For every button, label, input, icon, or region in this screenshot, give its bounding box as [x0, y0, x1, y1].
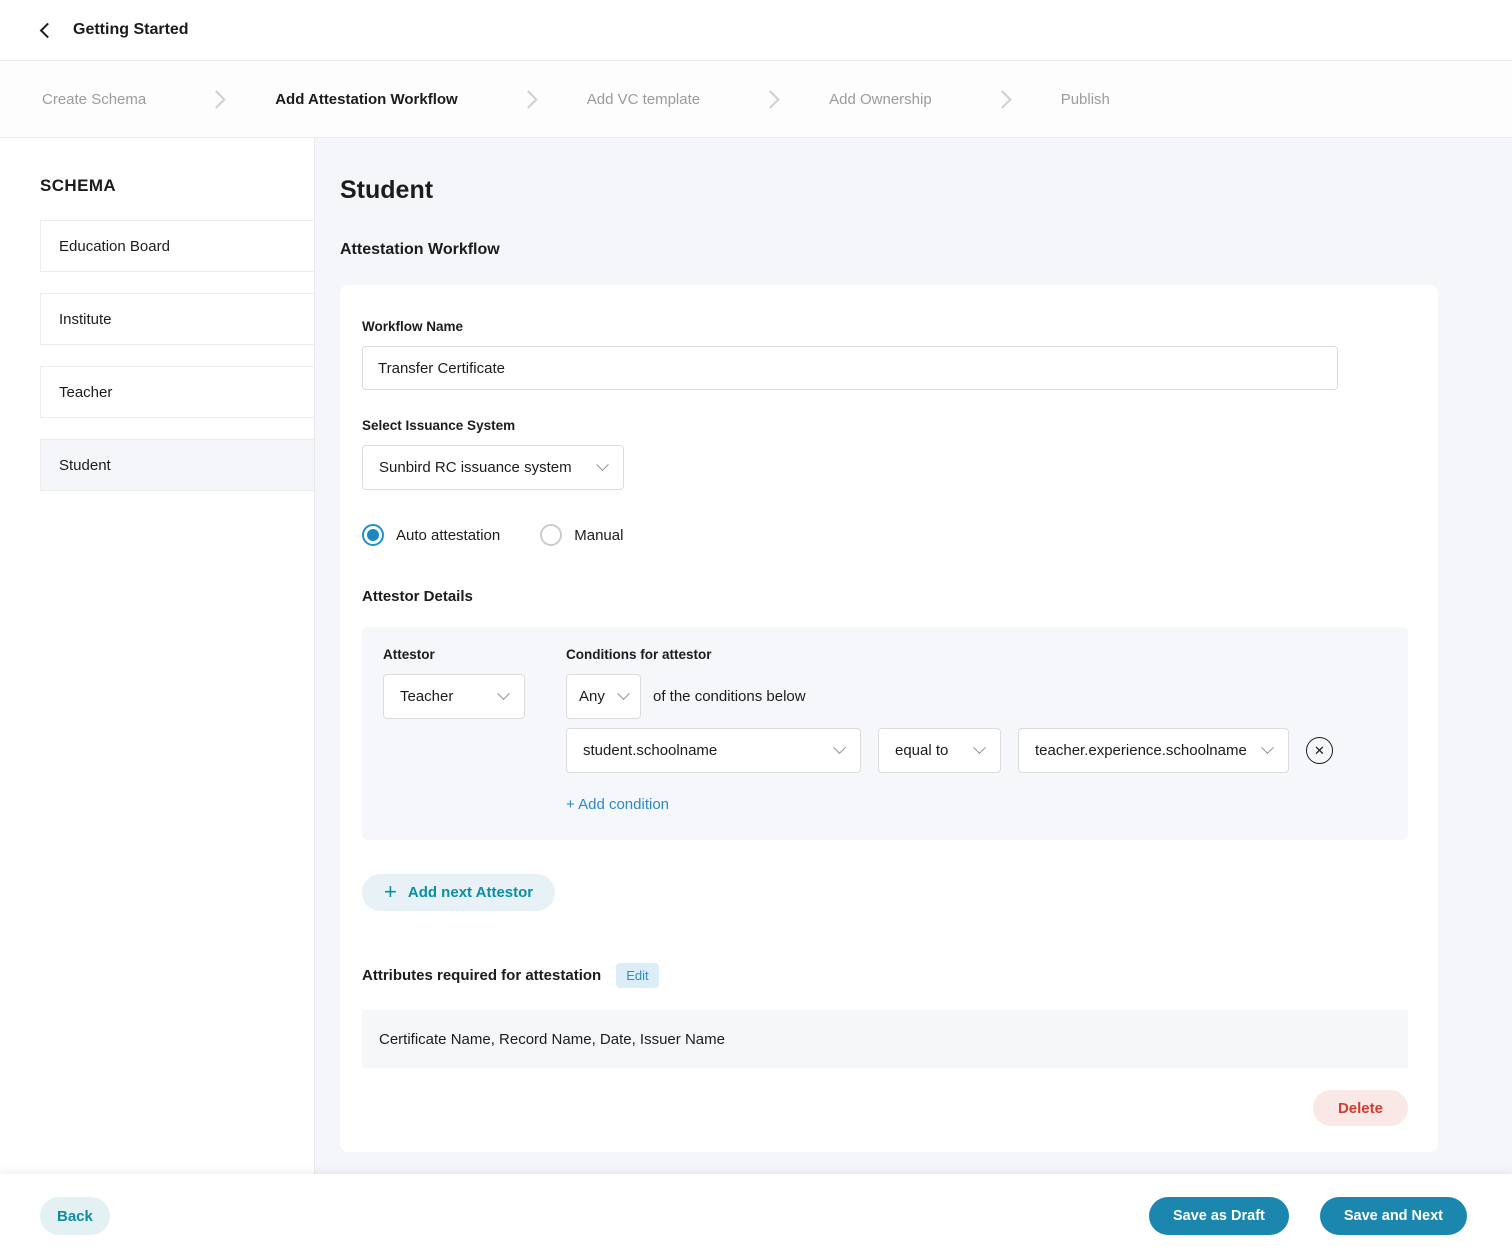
match-type-suffix: of the conditions below	[653, 688, 806, 705]
body: SCHEMA Education Board Institute Teacher…	[0, 138, 1512, 1258]
schema-sidebar: SCHEMA Education Board Institute Teacher…	[0, 138, 315, 1258]
chevron-right-icon	[208, 90, 226, 108]
issuance-system-select[interactable]: Sunbird RC issuance system	[362, 445, 624, 490]
main-content: Student Attestation Workflow Workflow Na…	[315, 138, 1512, 1258]
back-button[interactable]: Back	[40, 1197, 110, 1235]
chevron-down-icon	[973, 741, 986, 754]
workflow-card: Workflow Name Select Issuance System Sun…	[340, 285, 1438, 1152]
condition-value-select[interactable]: teacher.experience.schoolname	[1018, 728, 1289, 773]
footer-actions: Save as Draft Save and Next	[1149, 1197, 1467, 1235]
radio-manual[interactable]: Manual	[540, 524, 623, 546]
workflow-name-input[interactable]	[362, 346, 1338, 390]
workflow-name-label: Workflow Name	[362, 319, 1408, 334]
sidebar-item-teacher[interactable]: Teacher	[40, 366, 314, 418]
step-add-ownership[interactable]: Add Ownership	[829, 91, 932, 108]
condition-operator-value: equal to	[895, 742, 948, 759]
issuance-system-label: Select Issuance System	[362, 418, 1408, 433]
attributes-list: Certificate Name, Record Name, Date, Iss…	[362, 1010, 1408, 1068]
chevron-down-icon	[833, 741, 846, 754]
attestor-column: Attestor Teacher	[383, 647, 566, 814]
chevron-down-icon	[497, 687, 510, 700]
footer-bar: Back Save as Draft Save and Next	[0, 1174, 1512, 1258]
match-type-value: Any	[579, 688, 605, 705]
close-icon: ✕	[1314, 744, 1325, 757]
save-and-next-button[interactable]: Save and Next	[1320, 1197, 1467, 1235]
delete-workflow-button[interactable]: Delete	[1313, 1090, 1408, 1126]
conditions-label: Conditions for attestor	[566, 647, 1388, 662]
sidebar-item-institute[interactable]: Institute	[40, 293, 314, 345]
radio-unselected-icon	[540, 524, 562, 546]
match-type-select[interactable]: Any	[566, 674, 641, 719]
sidebar-item-student[interactable]: Student	[40, 439, 314, 491]
plus-icon: +	[384, 881, 397, 903]
step-create-schema[interactable]: Create Schema	[42, 91, 146, 108]
schema-title: Student	[340, 176, 1438, 205]
condition-field-value: student.schoolname	[583, 742, 717, 759]
chevron-right-icon	[761, 90, 779, 108]
top-header: Getting Started	[0, 0, 1512, 61]
sidebar-item-education-board[interactable]: Education Board	[40, 220, 314, 272]
radio-manual-label: Manual	[574, 527, 623, 544]
chevron-right-icon	[519, 90, 537, 108]
page: Getting Started Create Schema Add Attest…	[0, 0, 1512, 1258]
attestor-label: Attestor	[383, 647, 566, 662]
add-condition-link[interactable]: + Add condition	[566, 796, 669, 813]
step-publish[interactable]: Publish	[1061, 91, 1110, 108]
chevron-down-icon	[596, 458, 609, 471]
attributes-heading: Attributes required for attestation	[362, 967, 601, 984]
page-title: Getting Started	[73, 21, 189, 39]
edit-attributes-button[interactable]: Edit	[616, 963, 658, 988]
issuance-system-value: Sunbird RC issuance system	[379, 459, 572, 476]
attestor-panel: Attestor Teacher Conditions for attestor…	[362, 627, 1408, 840]
attestor-value: Teacher	[400, 688, 453, 705]
condition-field-select[interactable]: student.schoolname	[566, 728, 861, 773]
attributes-header-row: Attributes required for attestation Edit	[362, 963, 1408, 988]
chevron-down-icon	[1261, 741, 1274, 754]
attestation-mode-group: Auto attestation Manual	[362, 524, 1408, 546]
condition-row: student.schoolname equal to teacher.expe…	[566, 728, 1388, 773]
radio-auto-attestation[interactable]: Auto attestation	[362, 524, 500, 546]
save-as-draft-button[interactable]: Save as Draft	[1149, 1197, 1289, 1235]
match-type-row: Any of the conditions below	[566, 674, 1388, 719]
radio-selected-icon	[362, 524, 384, 546]
attestor-details-heading: Attestor Details	[362, 588, 1408, 605]
step-add-attestation-workflow[interactable]: Add Attestation Workflow	[275, 91, 458, 108]
attestor-select[interactable]: Teacher	[383, 674, 525, 719]
chevron-right-icon	[993, 90, 1011, 108]
remove-condition-button[interactable]: ✕	[1306, 737, 1333, 764]
condition-operator-select[interactable]: equal to	[878, 728, 1001, 773]
conditions-column: Conditions for attestor Any of the condi…	[566, 647, 1388, 814]
add-next-attestor-button[interactable]: + Add next Attestor	[362, 874, 555, 911]
chevron-down-icon	[617, 687, 630, 700]
condition-value-value: teacher.experience.schoolname	[1035, 742, 1247, 759]
wizard-stepper: Create Schema Add Attestation Workflow A…	[0, 61, 1512, 138]
back-chevron-icon[interactable]	[40, 22, 56, 38]
step-add-vc-template[interactable]: Add VC template	[587, 91, 700, 108]
delete-row: Delete	[362, 1090, 1408, 1126]
sidebar-title: SCHEMA	[0, 138, 314, 220]
radio-auto-attestation-label: Auto attestation	[396, 527, 500, 544]
attestation-workflow-heading: Attestation Workflow	[340, 241, 1438, 259]
add-next-attestor-label: Add next Attestor	[408, 884, 533, 901]
